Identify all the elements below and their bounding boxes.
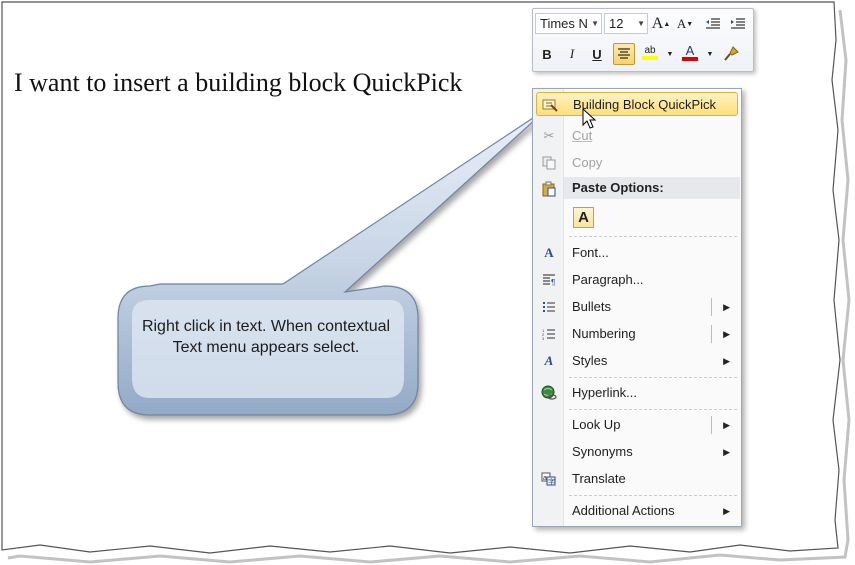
menu-item-font[interactable]: A Font... [536,241,738,265]
numbering-icon: 123 [540,325,558,343]
building-block-icon [541,96,559,114]
callout-text: Right click in text. When contextual Tex… [141,318,391,356]
bold-button[interactable]: B [536,43,558,65]
increase-indent-icon[interactable] [727,13,749,35]
menu-item-copy[interactable]: Copy [536,151,738,175]
font-name-combo[interactable]: Times N ▼ [535,13,602,34]
italic-button[interactable]: I [561,43,583,65]
paste-keep-text-only-button[interactable]: A [573,207,594,228]
font-icon: A [544,245,554,260]
menu-separator [569,409,737,410]
scissors-icon: ✂ [543,128,555,143]
menu-separator [569,377,737,378]
menu-item-look-up[interactable]: Look Up ▶ [536,413,738,437]
copy-icon [540,154,558,172]
menu-item-paragraph[interactable]: ¶ Paragraph... [536,268,738,292]
menu-item-hyperlink[interactable]: Hyperlink... [536,381,738,405]
submenu-arrow-icon[interactable]: ▶ [723,295,730,319]
menu-split-divider [711,298,712,316]
center-align-button[interactable] [613,43,635,65]
menu-item-styles[interactable]: A Styles ▶ [536,349,738,373]
shrink-font-button[interactable]: A ▼ [674,13,696,35]
menu-item-numbering[interactable]: 123 Numbering ▶ [536,322,738,346]
font-name-value: Times N [540,16,588,31]
translate-icon: a字 [540,470,558,488]
underline-button[interactable]: U [586,43,608,65]
align-center-icon [618,48,630,59]
clipboard-icon [540,180,558,198]
chevron-down-icon[interactable]: ▼ [591,14,599,33]
svg-text:3: 3 [542,336,545,340]
submenu-arrow-icon[interactable]: ▶ [723,499,730,523]
submenu-arrow-icon[interactable]: ▶ [723,322,730,346]
bullets-icon [540,298,558,316]
paragraph-icon: ¶ [540,271,558,289]
menu-separator [569,495,737,496]
font-size-combo[interactable]: 12 ▼ [604,13,648,34]
menu-item-cut[interactable]: ✂ Cut [536,124,738,148]
chevron-down-icon[interactable]: ▼ [699,43,721,65]
menu-item-translate[interactable]: a字 Translate [536,467,738,491]
mouse-cursor-icon [582,108,597,129]
menu-split-divider [711,325,712,343]
menu-item-building-block-quickpick[interactable]: Building Block QuickPick [536,92,738,116]
menu-separator [569,236,737,237]
submenu-arrow-icon[interactable]: ▶ [723,440,730,464]
font-color-button[interactable]: A [679,41,701,63]
styles-icon: A [544,353,554,368]
highlight-button[interactable]: ab [639,41,661,63]
svg-text:¶: ¶ [551,278,555,286]
submenu-arrow-icon[interactable]: ▶ [723,349,730,373]
menu-item-bullets[interactable]: Bullets ▶ [536,295,738,319]
svg-text:字: 字 [548,477,555,486]
context-menu: Building Block QuickPick ✂ Cut Copy Past… [532,88,742,527]
menu-split-divider [711,416,712,434]
chevron-down-icon[interactable]: ▼ [637,14,645,33]
font-size-value: 12 [609,16,624,31]
paste-options-header: Paste Options: [564,177,740,199]
decrease-indent-icon[interactable] [702,13,724,35]
svg-text:a: a [543,475,547,482]
menu-item-additional-actions[interactable]: Additional Actions ▶ [536,499,738,523]
format-painter-icon[interactable] [720,43,742,65]
hyperlink-icon [540,384,558,402]
grow-font-button[interactable]: A ▲ [650,13,672,35]
submenu-arrow-icon[interactable]: ▶ [723,413,730,437]
chevron-down-icon[interactable]: ▼ [659,43,681,65]
menu-item-synonyms[interactable]: Synonyms ▶ [536,440,738,464]
mini-toolbar: Times N ▼ 12 ▼ A ▲ A ▼ B I U ab ▼ A ▼ [532,8,754,72]
